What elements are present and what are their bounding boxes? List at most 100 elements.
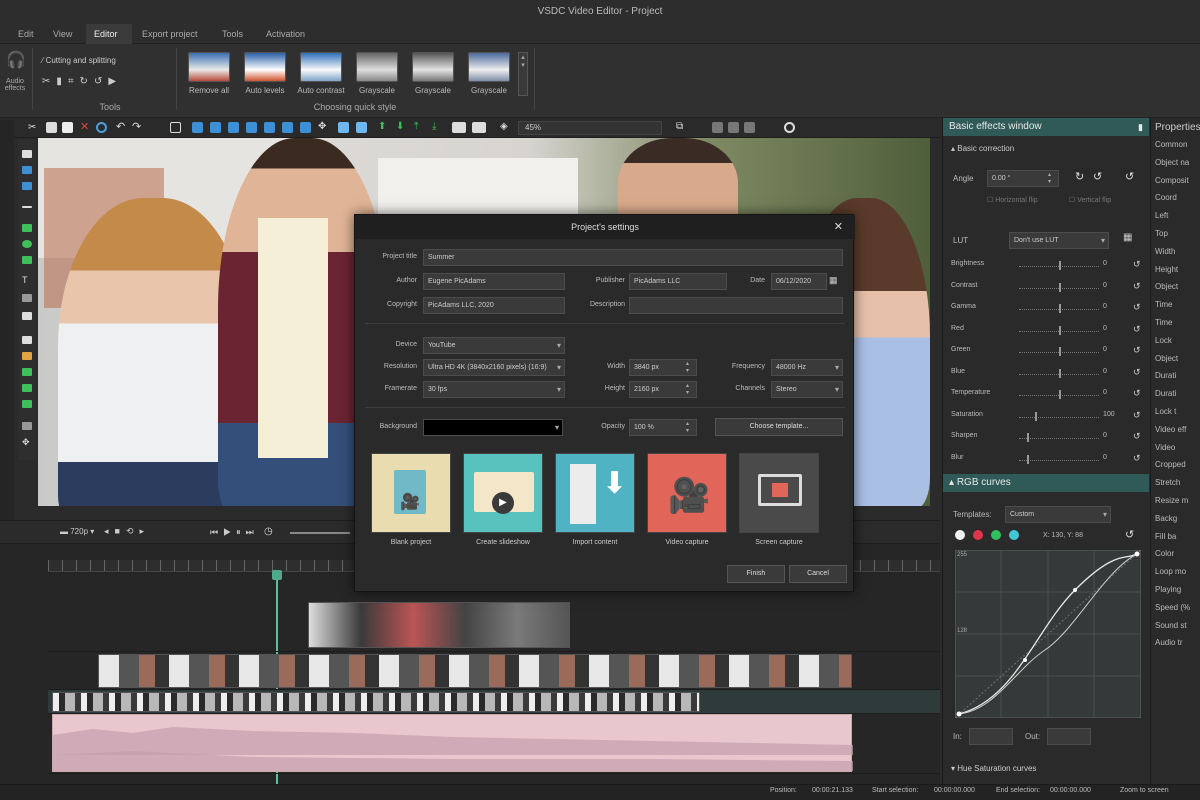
property-item[interactable]: Object <box>1155 282 1178 291</box>
align-bottom-icon[interactable] <box>282 122 293 133</box>
property-item[interactable]: Resize m <box>1155 496 1188 505</box>
slider-track[interactable] <box>1019 438 1099 439</box>
quick-style-auto-levels[interactable] <box>244 52 286 82</box>
group-icon[interactable] <box>452 122 466 133</box>
property-item[interactable]: Lock <box>1155 336 1172 345</box>
menu-activation[interactable]: Activation <box>258 24 313 44</box>
property-item[interactable]: Video <box>1155 443 1175 452</box>
image-sequence-clip[interactable] <box>98 654 852 688</box>
green-channel-dot[interactable] <box>991 530 1001 540</box>
video-object-icon[interactable] <box>22 166 32 174</box>
rotate-icon[interactable]: ↻ <box>1075 170 1084 183</box>
property-item[interactable]: Stretch <box>1155 478 1180 487</box>
counter-icon[interactable] <box>22 400 32 408</box>
reset-icon[interactable]: ↺ <box>1133 259 1141 270</box>
align-top-icon[interactable] <box>246 122 257 133</box>
align-center-icon[interactable] <box>210 122 221 133</box>
preview-mode-icon[interactable] <box>728 122 739 133</box>
layer-up-icon[interactable]: ⬆ <box>378 122 389 133</box>
reset-icon[interactable]: ↺ <box>1133 453 1141 464</box>
width-field[interactable]: 3840 px <box>629 359 697 376</box>
prev-frame-icon[interactable]: ◂ <box>104 526 115 536</box>
image-object-icon[interactable] <box>22 182 32 190</box>
layer-bottom-icon[interactable]: ⤓ <box>432 122 443 133</box>
slider-knob[interactable] <box>1059 325 1061 335</box>
menu-view[interactable]: View <box>45 24 80 44</box>
cutting-splitting-button[interactable]: ⁄ Cutting and splitting <box>42 56 116 65</box>
crop-icon[interactable]: ⌗ <box>68 76 80 87</box>
property-item[interactable]: Object na <box>1155 158 1189 167</box>
pointer-icon[interactable] <box>22 150 32 158</box>
publisher-field[interactable]: PicAdams LLC <box>629 273 727 290</box>
property-item[interactable]: Coord <box>1155 193 1177 202</box>
video-clip[interactable] <box>308 602 570 648</box>
stop-icon[interactable]: ■ <box>115 526 126 536</box>
red-channel-dot[interactable] <box>973 530 983 540</box>
property-item[interactable]: Top <box>1155 229 1168 238</box>
quick-style-auto-contrast[interactable] <box>300 52 342 82</box>
reset-icon[interactable]: ↺ <box>1133 388 1141 399</box>
property-item[interactable]: Lock t <box>1155 407 1176 416</box>
pin-icon[interactable]: ▮ <box>1138 118 1143 136</box>
quick-style-grayscale-1[interactable] <box>356 52 398 82</box>
reset-icon[interactable]: ↺ <box>1133 345 1141 356</box>
slider-knob[interactable] <box>1027 454 1029 464</box>
lut-dropdown[interactable]: Don't use LUT <box>1009 232 1109 249</box>
go-end-icon[interactable]: ⏭ <box>246 527 259 537</box>
distribute-icon[interactable] <box>300 122 311 133</box>
device-dropdown[interactable]: YouTube <box>423 337 565 354</box>
background-color-picker[interactable] <box>423 419 563 436</box>
line-icon[interactable] <box>22 206 32 208</box>
quality-dropdown[interactable]: ▬ 720p ▾ <box>60 527 94 536</box>
settings-icon[interactable] <box>784 122 795 133</box>
blue-channel-dot[interactable] <box>1009 530 1019 540</box>
property-item[interactable]: Composit <box>1155 176 1189 185</box>
property-item[interactable]: Height <box>1155 265 1178 274</box>
property-item[interactable]: Video eff <box>1155 425 1186 434</box>
reset-icon[interactable]: ↺ <box>1133 431 1141 442</box>
video-capture-tile[interactable]: 🎥 <box>647 453 727 533</box>
basic-correction-toggle[interactable]: ▴ Basic correction <box>951 144 1014 153</box>
screen-capture-tile[interactable] <box>739 453 819 533</box>
slider-knob[interactable] <box>1059 347 1061 356</box>
next-frame-icon[interactable]: ▸ <box>140 526 151 536</box>
target-icon[interactable]: ◈ <box>500 122 511 133</box>
delete-icon[interactable]: ✕ <box>80 122 91 133</box>
in-field[interactable] <box>969 728 1013 745</box>
project-title-field[interactable]: Summer <box>423 249 843 266</box>
slider-knob[interactable] <box>1059 261 1061 270</box>
reset-icon[interactable]: ↺ <box>1133 324 1141 335</box>
property-item[interactable]: Speed (% <box>1155 603 1190 612</box>
headphones-icon[interactable]: 🎧 <box>6 50 26 70</box>
property-item[interactable]: Backg <box>1155 514 1177 523</box>
pause-icon[interactable]: ⏸ <box>236 527 246 537</box>
text-icon[interactable]: T <box>22 276 32 285</box>
cancel-button[interactable]: Cancel <box>789 565 847 583</box>
audio-icon[interactable] <box>22 384 32 392</box>
menu-export-project[interactable]: Export project <box>134 24 206 44</box>
animation-icon[interactable] <box>22 368 32 376</box>
slider-knob[interactable] <box>1027 433 1029 442</box>
sprite-icon[interactable] <box>22 352 32 360</box>
rotate-back-icon[interactable]: ↺ <box>94 76 108 87</box>
move-tool-icon[interactable]: ✥ <box>22 438 32 447</box>
reset-icon[interactable]: ↺ <box>1133 367 1141 378</box>
reset-icon[interactable]: ↺ <box>1133 302 1141 313</box>
property-item[interactable]: Durati <box>1155 389 1176 398</box>
quick-style-remove-all[interactable] <box>188 52 230 82</box>
go-start-icon[interactable]: ⏮ <box>210 527 223 537</box>
rotate-icon[interactable]: ↻ <box>80 76 94 87</box>
slider-knob[interactable] <box>1059 304 1061 313</box>
snapshot-icon[interactable]: ⧉ <box>676 122 687 133</box>
height-field[interactable]: 2160 px <box>629 381 697 398</box>
channels-dropdown[interactable]: Stereo <box>771 381 843 398</box>
subtitle-icon[interactable] <box>22 294 32 302</box>
slider-knob[interactable] <box>1059 282 1061 292</box>
align-middle-icon[interactable] <box>264 122 275 133</box>
lut-editor-icon[interactable]: ▦ <box>1123 232 1132 243</box>
menu-editor[interactable]: Editor <box>86 24 132 44</box>
rgb-curves-header[interactable]: ▴ RGB curves <box>943 474 1149 492</box>
quick-style-grayscale-2[interactable] <box>412 52 454 82</box>
slider-knob[interactable] <box>1035 411 1037 421</box>
slider-knob[interactable] <box>1059 368 1061 378</box>
